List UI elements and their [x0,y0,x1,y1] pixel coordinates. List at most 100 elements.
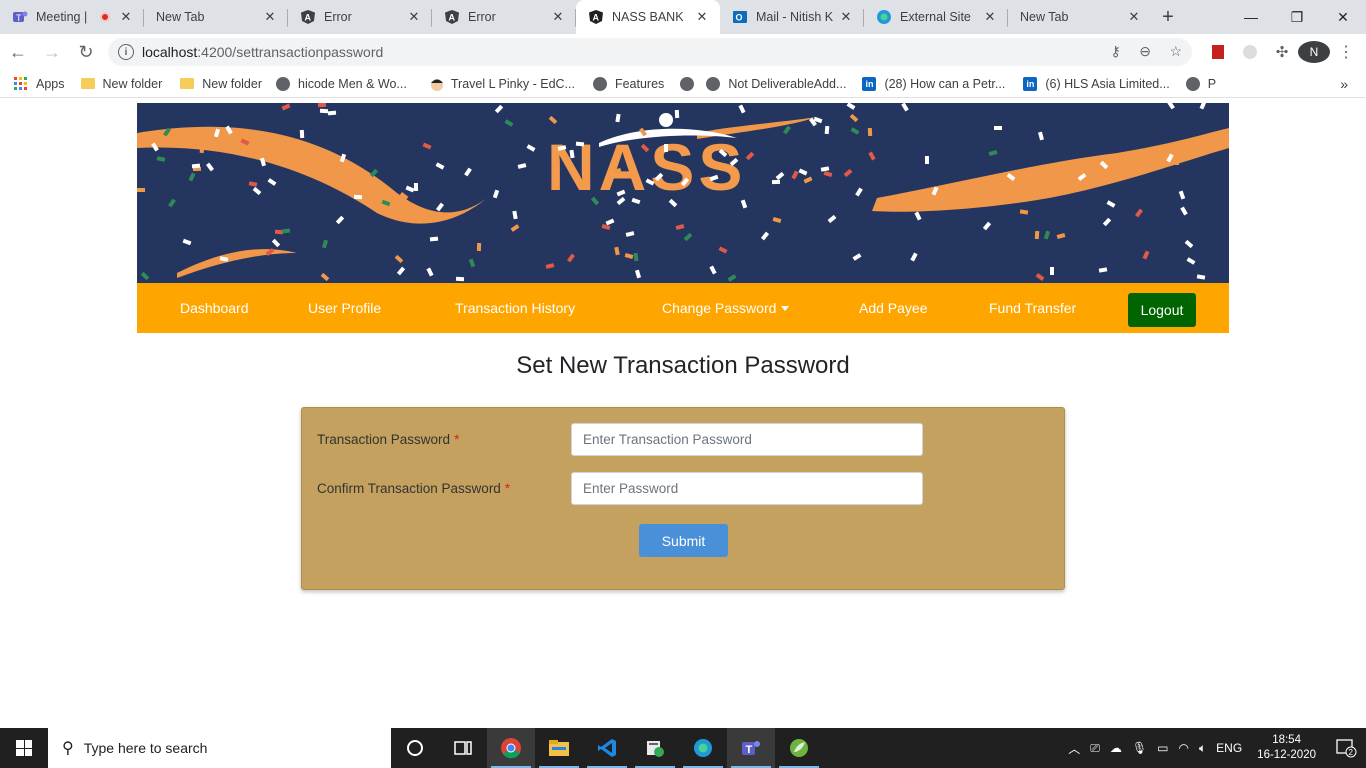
nav-add-payee[interactable]: Add Payee [859,283,928,333]
tab-mail[interactable]: O Mail - Nitish K ✕ [720,0,864,34]
confetti-piece [455,276,465,282]
linkedin-icon: in [1023,76,1038,91]
url-text[interactable]: localhost:4200/settransactionpassword [142,44,1097,60]
nav-change-password-dropdown[interactable]: Change Password [662,283,790,333]
tab-title: Mail - Nitish K [756,10,834,24]
globe-icon [592,76,607,91]
clock-date: 16-12-2020 [1257,749,1316,761]
bookmark-new-folder[interactable]: New folder [80,77,162,91]
confetti-piece [191,163,201,169]
extension-red-icon[interactable] [1202,44,1234,60]
meet-now-icon[interactable]: ⎚ [1090,741,1100,756]
bookmark-linkedin-1[interactable]: in (28) How can a Petr... [862,76,1005,91]
apps-icon [14,76,28,91]
forward-icon[interactable]: → [36,36,68,68]
close-tab-icon[interactable]: ✕ [1126,9,1142,25]
bookmark-features[interactable]: Features [592,76,664,91]
browser-toolbar: ← → ↻ i localhost:4200/settransactionpas… [0,34,1366,70]
bookmark-travel[interactable]: Travel L Pinky - EdC... [429,77,575,91]
zoom-icon[interactable]: ⊖ [1139,43,1151,59]
nav-fund-transfer[interactable]: Fund Transfer [989,283,1076,333]
onedrive-icon[interactable]: ☁ [1110,741,1122,755]
tab-new-tab-2[interactable]: New Tab ✕ [1008,0,1152,34]
back-icon[interactable]: ← [2,36,34,68]
tab-title: Meeting | [36,10,88,24]
close-tab-icon[interactable]: ✕ [982,9,998,25]
bookmark-not-deliverable[interactable]: Not DeliverableAdd... [706,76,846,91]
globe-icon [1185,76,1200,91]
bookmark-apps[interactable]: Apps [14,76,65,91]
chrome-taskbar-icon[interactable] [487,728,535,768]
tab-error[interactable]: A Error ✕ [288,0,432,34]
minimize-icon[interactable]: — [1228,0,1274,34]
teams-taskbar-icon[interactable]: T [727,728,775,768]
bookmark-star-icon[interactable]: ☆ [1169,43,1182,59]
globe-icon [680,76,695,91]
profile-avatar[interactable]: N [1298,41,1330,63]
close-tab-icon[interactable]: ✕ [118,9,134,25]
nav-user-profile[interactable]: User Profile [308,283,381,333]
microphone-icon[interactable]: 🎙︎ [1132,741,1147,755]
confetti-piece [867,127,873,137]
notification-center-icon[interactable]: 2 [1326,728,1366,768]
submit-button[interactable]: Submit [639,524,728,557]
confetti-piece [137,188,145,192]
bookmark-unnamed[interactable] [680,76,702,91]
tab-meeting[interactable]: T Meeting | ✕ [0,0,144,34]
edge-icon [876,9,892,25]
confetti-piece [1034,230,1040,240]
nass-banner: NASS [137,103,1229,283]
menu-kebab-icon[interactable]: ⋮ [1330,42,1362,62]
nav-dashboard[interactable]: Dashboard [180,283,249,333]
globe-icon [706,76,721,91]
globe-icon [276,76,290,91]
close-tab-icon[interactable]: ✕ [262,9,278,25]
transaction-password-input[interactable] [571,423,923,456]
logout-button[interactable]: Logout [1128,293,1196,327]
address-bar[interactable]: i localhost:4200/settransactionpassword … [108,38,1192,66]
nav-transaction-history[interactable]: Transaction History [455,283,575,333]
file-explorer-icon[interactable] [535,728,583,768]
close-tab-icon[interactable]: ✕ [406,9,422,25]
restore-icon[interactable]: ❐ [1274,0,1320,34]
tab-error-2[interactable]: A Error ✕ [432,0,576,34]
spring-tool-icon[interactable] [775,728,823,768]
close-tab-icon[interactable]: ✕ [550,9,566,25]
key-icon[interactable]: ⚷ [1111,43,1121,59]
edge-taskbar-icon[interactable] [679,728,727,768]
task-scheduler-icon[interactable] [631,728,679,768]
bookmark-new-folder-2[interactable]: New folder [180,77,262,91]
task-view-icon[interactable] [439,728,487,768]
vscode-icon[interactable] [583,728,631,768]
volume-icon[interactable]: 🔈︎ [1199,741,1206,756]
tab-nass-bank[interactable]: A NASS BANK ✕ [576,0,720,34]
tab-external-site[interactable]: External Site ✕ [864,0,1008,34]
battery-icon[interactable]: ▭ [1157,741,1168,755]
svg-text:A: A [449,13,456,23]
nav-change-password-label: Change Password [662,300,777,316]
reload-icon[interactable]: ↻ [70,36,102,68]
cortana-icon[interactable] [391,728,439,768]
folder-icon [180,77,195,91]
new-tab-button[interactable]: + [1152,0,1184,34]
bookmark-linkedin-2[interactable]: in (6) HLS Asia Limited... [1023,76,1170,91]
site-info-icon[interactable]: i [118,44,134,60]
language-indicator[interactable]: ENG [1216,741,1242,755]
network-icon[interactable]: ◠ [1178,741,1188,755]
system-clock[interactable]: 18:54 16-12-2020 [1257,733,1316,763]
close-window-icon[interactable]: ✕ [1320,0,1366,34]
bookmark-p[interactable]: P [1185,76,1216,91]
extensions-puzzle-icon[interactable]: ✣ [1266,43,1298,61]
tab-new-tab[interactable]: New Tab ✕ [144,0,288,34]
nass-logo: NASS [547,130,747,204]
search-placeholder: Type here to search [83,740,208,756]
extension-grey-icon[interactable] [1234,44,1266,60]
tray-overflow-icon[interactable]: ︿ [1068,740,1080,757]
confirm-password-input[interactable] [571,472,923,505]
start-button[interactable] [0,728,48,768]
taskbar-search[interactable]: ⚲ Type here to search [48,728,391,768]
close-tab-icon[interactable]: ✕ [694,9,710,25]
close-tab-icon[interactable]: ✕ [838,9,854,25]
bookmark-hicode[interactable]: hicode Men & Wo... [276,76,407,91]
bookmarks-overflow-icon[interactable]: » [1340,76,1348,92]
